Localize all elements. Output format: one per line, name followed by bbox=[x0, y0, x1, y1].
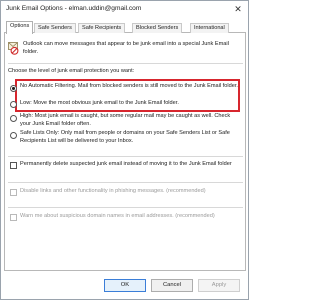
divider bbox=[8, 63, 243, 64]
divider bbox=[8, 182, 243, 183]
option-label-high: High: Most junk email is caught, but som… bbox=[20, 113, 231, 127]
cancel-button[interactable]: Cancel bbox=[151, 279, 193, 292]
option-label-safe-lists-only: Safe Lists Only: Only mail from people o… bbox=[20, 130, 230, 144]
tab-international[interactable]: International bbox=[190, 23, 229, 33]
tab-options[interactable]: Options bbox=[6, 21, 34, 34]
radio-low[interactable] bbox=[10, 101, 17, 108]
radio-no-automatic-filtering[interactable] bbox=[10, 85, 17, 92]
checkbox-label-permanently-delete: Permanently delete suspected junk email … bbox=[20, 161, 232, 167]
divider bbox=[8, 156, 243, 157]
option-label-no-automatic-filtering: No Automatic Filtering. Mail from blocke… bbox=[20, 83, 238, 89]
intro-text: Outlook can move messages that appear to… bbox=[23, 41, 229, 55]
checkbox-label-warn-suspicious-domains: Warn me about suspicious domain names in… bbox=[20, 213, 215, 219]
protection-level-heading: Choose the level of junk email protectio… bbox=[8, 68, 135, 74]
divider bbox=[8, 207, 243, 208]
title-bar: Junk Email Options - elman.uddin@gmail.c… bbox=[1, 1, 248, 17]
apply-button[interactable]: Apply bbox=[198, 279, 240, 292]
tab-safe-recipients[interactable]: Safe Recipients bbox=[78, 23, 126, 33]
junk-email-options-dialog: Junk Email Options - elman.uddin@gmail.c… bbox=[0, 0, 249, 300]
window-title: Junk Email Options - elman.uddin@gmail.c… bbox=[6, 5, 142, 12]
option-label-low: Low: Move the most obvious junk email to… bbox=[20, 100, 179, 106]
radio-high[interactable] bbox=[10, 115, 17, 122]
tab-safe-senders[interactable]: Safe Senders bbox=[34, 23, 76, 33]
close-icon[interactable]: ✕ bbox=[231, 3, 245, 15]
radio-safe-lists-only[interactable] bbox=[10, 132, 17, 139]
tab-blocked-senders[interactable]: Blocked Senders bbox=[132, 23, 183, 33]
checkbox-warn-suspicious-domains[interactable] bbox=[10, 214, 17, 221]
junk-shield-icon bbox=[8, 42, 19, 55]
checkbox-label-disable-links: Disable links and other functionality in… bbox=[20, 188, 206, 194]
ok-button[interactable]: OK bbox=[104, 279, 146, 292]
tab-strip: Options Safe Senders Safe Recipients Blo… bbox=[4, 21, 246, 34]
checkbox-disable-links[interactable] bbox=[10, 189, 17, 196]
checkbox-permanently-delete[interactable] bbox=[10, 162, 17, 169]
